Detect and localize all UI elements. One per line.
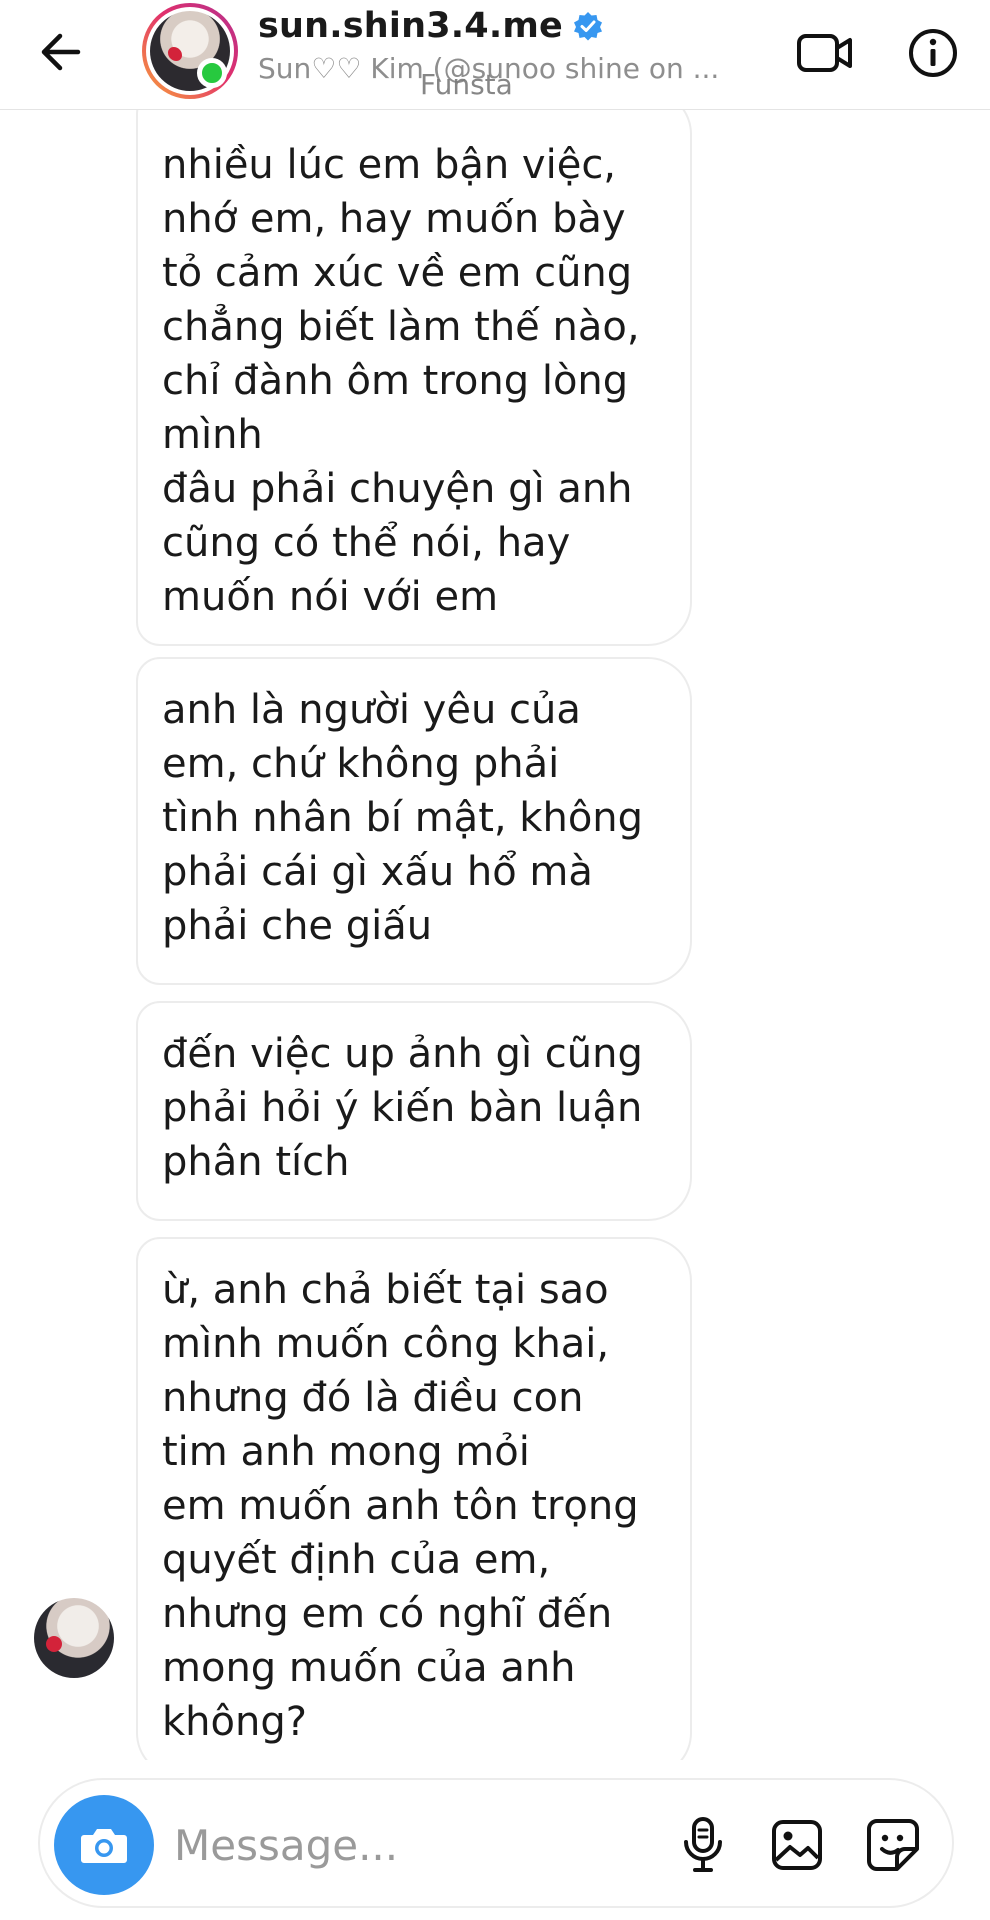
arrow-left-icon (41, 33, 81, 71)
microphone-icon (684, 1817, 722, 1872)
dm-screen: sun.shin3.4.me Sun♡♡ Kim (@sunoo shine o… (0, 0, 990, 1920)
video-call-button[interactable] (790, 18, 860, 88)
funsta-label: Funsta (420, 68, 513, 101)
message-thread[interactable]: nhiều lúc em bận việc, nhớ em, hay muốn … (0, 110, 990, 1760)
chat-subtitle: Sun♡♡ Kim (@sunoo shine on ... (258, 52, 720, 85)
chat-header: sun.shin3.4.me Sun♡♡ Kim (@sunoo shine o… (0, 0, 990, 110)
message-input[interactable] (174, 1810, 674, 1880)
online-status-dot (197, 58, 227, 88)
voice-message-button[interactable] (668, 1810, 738, 1880)
image-icon (772, 1820, 822, 1870)
message-bubble[interactable]: ừ, anh chả biết tại sao mình muốn công k… (136, 1237, 692, 1760)
camera-icon (81, 1829, 127, 1863)
chat-title[interactable]: sun.shin3.4.me Sun♡♡ Kim (@sunoo shine o… (258, 6, 818, 85)
info-button[interactable] (898, 18, 968, 88)
message-bubble[interactable]: nhiều lúc em bận việc, nhớ em, hay muốn … (136, 110, 692, 646)
message-composer (38, 1778, 954, 1908)
profile-avatar[interactable] (142, 3, 238, 99)
sender-avatar[interactable] (34, 1598, 114, 1678)
gallery-button[interactable] (762, 1810, 832, 1880)
back-button[interactable] (30, 22, 90, 82)
video-camera-icon (797, 34, 852, 72)
sticker-button[interactable] (858, 1810, 928, 1880)
username: sun.shin3.4.me (258, 6, 563, 46)
info-icon (909, 29, 957, 77)
verified-badge-icon (573, 12, 602, 41)
camera-button[interactable] (54, 1795, 154, 1895)
message-bubble[interactable]: anh là người yêu của em, chứ không phải … (136, 657, 692, 985)
sticker-icon (867, 1819, 919, 1871)
message-bubble[interactable]: đến việc up ảnh gì cũng phải hỏi ý kiến … (136, 1001, 692, 1221)
